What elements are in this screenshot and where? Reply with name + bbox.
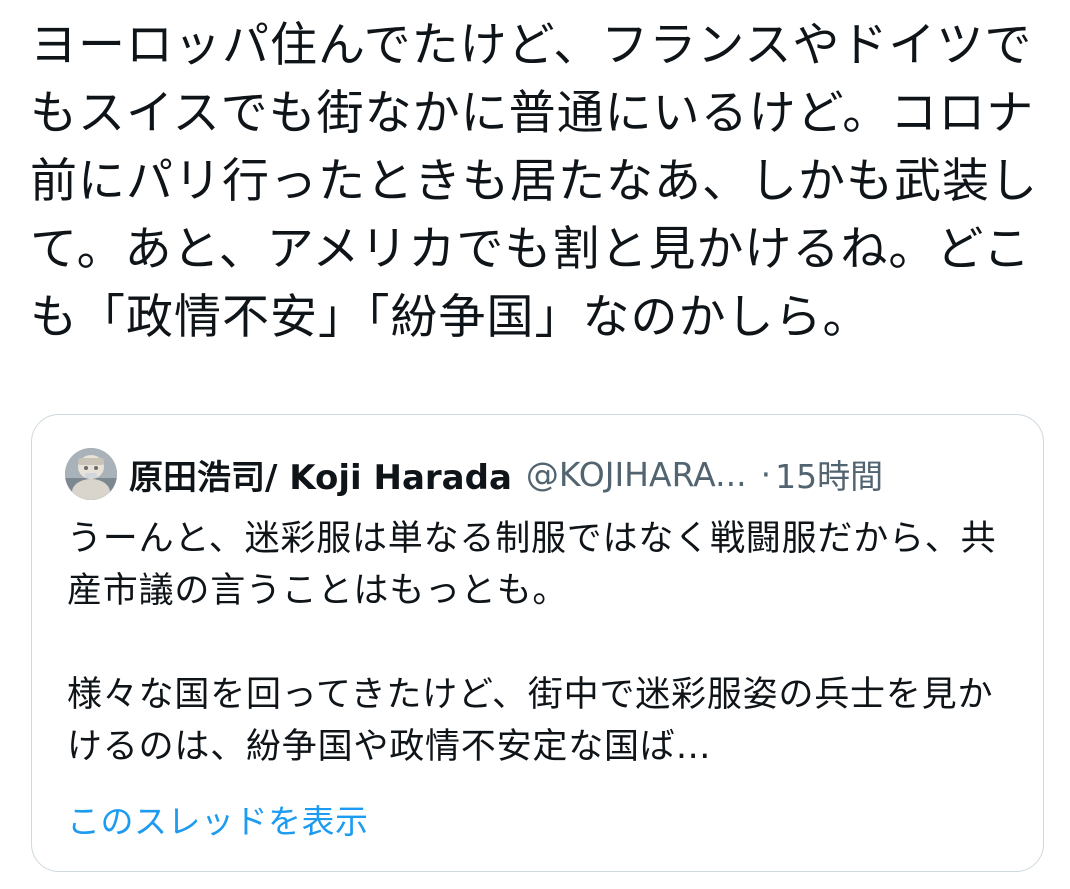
- separator-dot: ·: [760, 454, 772, 494]
- tweet-text: ヨーロッパ住んでたけど、フランスやドイツでもスイスでも街なかに普通にいるけど。コ…: [30, 18, 1038, 345]
- quoted-tweet-header: 原田浩司/ Koji Harada @KOJIHARA... · 15時間: [65, 447, 1013, 501]
- avatar-photo-icon: [65, 448, 117, 500]
- author-handle[interactable]: @KOJIHARA...: [526, 455, 747, 494]
- quoted-tweet-text: うーんと、迷彩服は単なる制服ではなく戦闘服だから、共産市議の言うことはもっとも。…: [67, 519, 997, 767]
- avatar[interactable]: [65, 448, 117, 500]
- show-thread-link[interactable]: このスレッドを表示: [67, 795, 369, 843]
- tweet-timestamp[interactable]: 15時間: [775, 450, 883, 498]
- quoted-tweet-card[interactable]: 原田浩司/ Koji Harada @KOJIHARA... · 15時間 うー…: [31, 414, 1044, 872]
- author-name[interactable]: 原田浩司/ Koji Harada: [129, 450, 512, 499]
